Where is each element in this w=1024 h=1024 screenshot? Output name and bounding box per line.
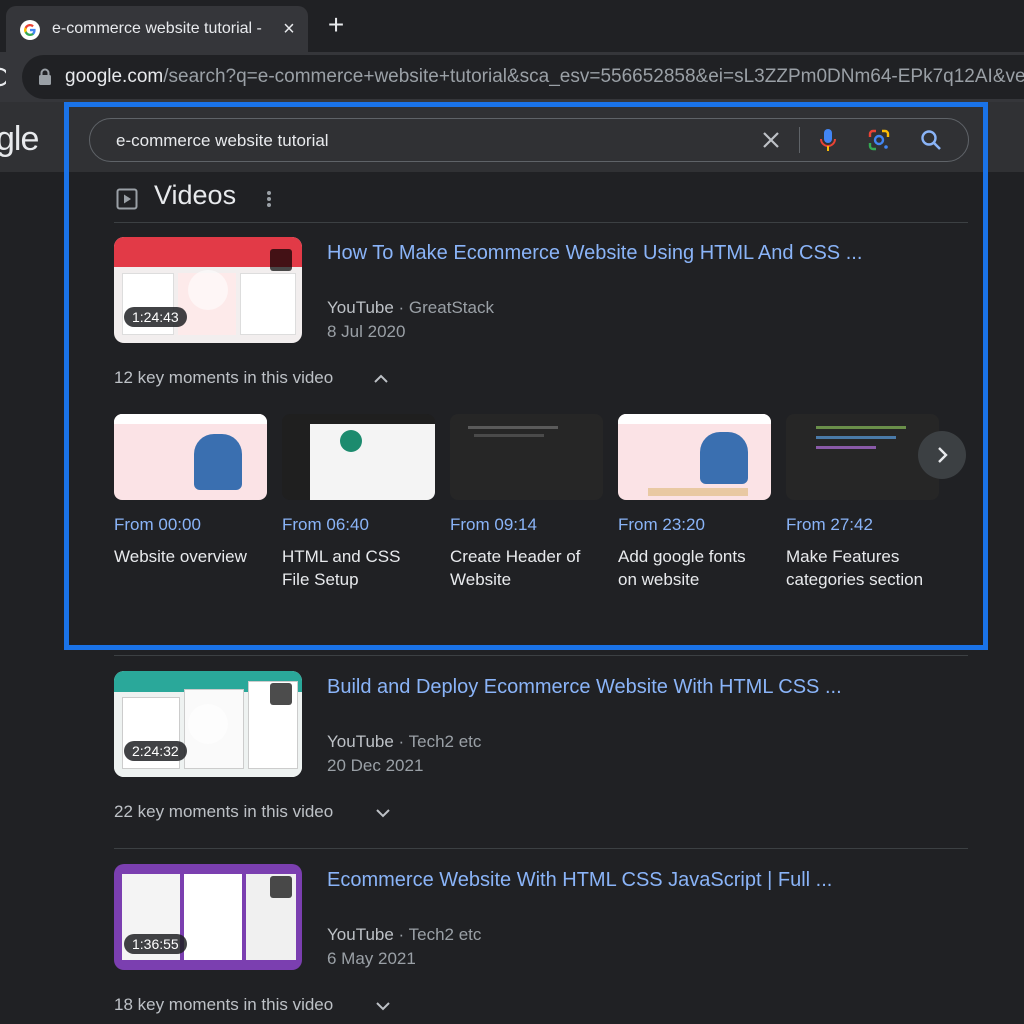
chevron-down-icon[interactable] [374, 997, 392, 1015]
search-icon[interactable] [918, 127, 944, 153]
video-channel: Tech2 etc [408, 925, 482, 944]
moment-label[interactable]: Create Header of Website [450, 545, 600, 591]
expand-icon[interactable] [270, 249, 292, 271]
thumbnail-strip [648, 488, 748, 496]
search-divider [799, 127, 800, 153]
code-line [816, 436, 896, 439]
video-date: 6 May 2021 [327, 949, 416, 968]
video-channel: GreatStack [408, 298, 494, 317]
thumbnail-figure [700, 432, 748, 484]
search-input[interactable]: e-commerce website tutorial [116, 131, 329, 151]
video-duration: 2:24:32 [124, 741, 187, 761]
video-duration: 1:36:55 [124, 934, 187, 954]
thumbnail-panel [240, 273, 296, 335]
thumbnail-logo [340, 430, 362, 452]
tab-close-icon[interactable]: × [278, 18, 300, 40]
google-logo[interactable]: gle [0, 120, 39, 159]
url-text[interactable]: google.com/search?q=e-commerce+website+t… [65, 66, 1024, 88]
moment-label[interactable]: Add google fonts on website [618, 545, 768, 591]
tab-strip: e-commerce website tutorial - × + [0, 0, 1024, 52]
url-host: google.com [65, 66, 164, 87]
key-moments-toggle[interactable]: 12 key moments in this video [114, 368, 333, 388]
video-title-link[interactable]: Build and Deploy Ecommerce Website With … [327, 676, 842, 699]
video-title-link[interactable]: Ecommerce Website With HTML CSS JavaScri… [327, 869, 832, 892]
section-title: Videos [154, 180, 237, 210]
moment-label[interactable]: HTML and CSS File Setup [282, 545, 432, 591]
expand-icon[interactable] [270, 683, 292, 705]
play-icon [188, 270, 228, 310]
clear-icon[interactable] [758, 127, 784, 153]
google-lens-icon[interactable] [866, 127, 892, 153]
moment-thumbnail[interactable] [786, 414, 939, 500]
moment-time-link[interactable]: From 00:00 [114, 515, 201, 535]
video-date: 20 Dec 2021 [327, 756, 424, 775]
video-channel: Tech2 etc [408, 732, 482, 751]
url-path: /search?q=e-commerce+website+tutorial&sc… [163, 66, 1024, 87]
video-thumbnail[interactable]: 1:24:43 [114, 237, 302, 343]
new-tab-button[interactable]: + [322, 11, 350, 40]
code-line [816, 446, 876, 449]
video-thumbnail[interactable]: 2:24:32 [114, 671, 302, 777]
expand-icon[interactable] [270, 876, 292, 898]
video-platform: YouTube [327, 298, 394, 317]
thumbnail-figure [194, 434, 242, 490]
moment-time-link[interactable]: From 06:40 [282, 515, 369, 535]
moment-time-link[interactable]: From 09:14 [450, 515, 537, 535]
moment-label[interactable]: Website overview [114, 545, 264, 568]
thumbnail-bar [618, 414, 771, 424]
video-title-link[interactable]: How To Make Ecommerce Website Using HTML… [327, 242, 862, 265]
video-icon [116, 188, 138, 210]
chevron-down-icon[interactable] [374, 804, 392, 822]
thumbnail-bar [114, 414, 267, 424]
play-icon [188, 704, 228, 744]
more-options-icon[interactable] [264, 188, 274, 210]
moment-thumbnail[interactable] [114, 414, 267, 500]
key-moments-toggle[interactable]: 18 key moments in this video [114, 995, 333, 1015]
divider [114, 848, 968, 849]
video-platform: YouTube [327, 732, 394, 751]
lock-icon[interactable] [38, 68, 52, 86]
thumbnail-browser [310, 424, 435, 500]
moment-thumbnail[interactable] [450, 414, 603, 500]
reload-icon[interactable] [0, 66, 6, 88]
video-source: YouTube · Tech2 etc [327, 732, 482, 751]
code-line [816, 426, 906, 429]
play-icon [188, 897, 228, 937]
search-results-page: gle e-commerce website tutorial Videos 1… [0, 102, 1024, 1024]
code-line [474, 434, 544, 437]
video-date: 8 Jul 2020 [327, 322, 406, 341]
video-duration: 1:24:43 [124, 307, 187, 327]
key-moments-toggle[interactable]: 22 key moments in this video [114, 802, 333, 822]
moment-thumbnail[interactable] [282, 414, 435, 500]
search-box[interactable]: e-commerce website tutorial [89, 118, 969, 162]
tab-title: e-commerce website tutorial - [52, 20, 262, 37]
moment-time-link[interactable]: From 27:42 [786, 515, 873, 535]
google-favicon-icon [20, 20, 40, 40]
carousel-next-button[interactable] [918, 431, 966, 479]
video-platform: YouTube [327, 925, 394, 944]
video-source: YouTube · Tech2 etc [327, 925, 482, 944]
chevron-right-icon [938, 447, 948, 463]
code-line [468, 426, 558, 429]
divider [114, 222, 968, 223]
moment-label[interactable]: Make Features categories section [786, 545, 936, 591]
browser-tab[interactable]: e-commerce website tutorial - × [6, 6, 308, 52]
chevron-up-icon[interactable] [372, 370, 390, 388]
microphone-icon[interactable] [816, 127, 840, 153]
video-thumbnail[interactable]: 1:36:55 [114, 864, 302, 970]
moment-thumbnail[interactable] [618, 414, 771, 500]
video-source: YouTube · GreatStack [327, 298, 494, 317]
moment-time-link[interactable]: From 23:20 [618, 515, 705, 535]
divider [114, 655, 968, 656]
